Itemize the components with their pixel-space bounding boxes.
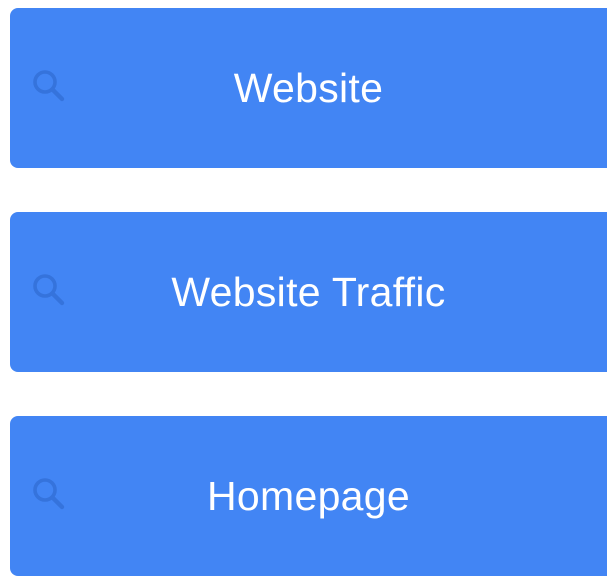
search-suggestion-list: Website Website Traffic Homepage xyxy=(0,0,607,576)
search-suggestion-homepage[interactable]: Homepage xyxy=(10,416,607,576)
suggestion-label: Website Traffic xyxy=(171,268,446,315)
suggestion-label: Homepage xyxy=(207,472,410,519)
search-suggestion-website-traffic[interactable]: Website Traffic xyxy=(10,212,607,372)
search-suggestion-website[interactable]: Website xyxy=(10,8,607,168)
suggestion-label: Website xyxy=(233,64,384,111)
